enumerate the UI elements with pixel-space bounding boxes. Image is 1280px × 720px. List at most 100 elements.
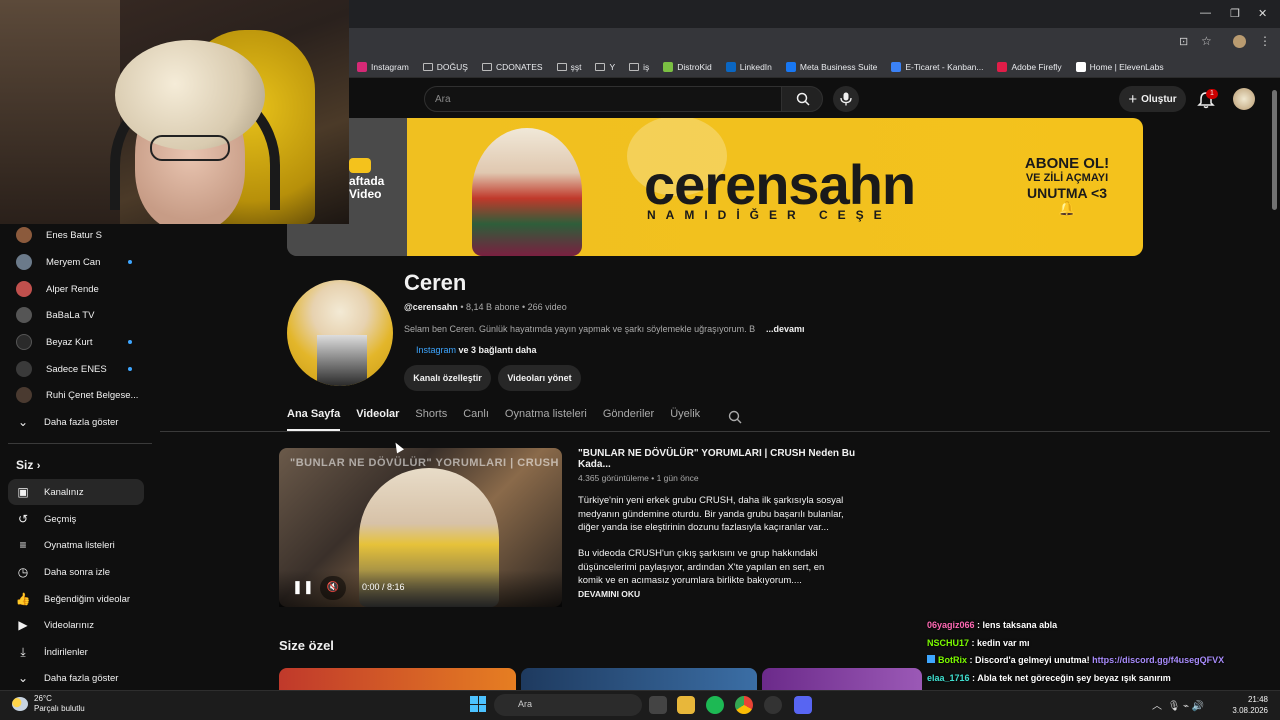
bookmark-label: DistroKid bbox=[677, 61, 712, 72]
taskbar-search[interactable]: Ara bbox=[494, 694, 642, 716]
star-icon[interactable]: ☆ bbox=[1201, 34, 1212, 48]
sidebar-sub-item[interactable]: Alper Rende bbox=[8, 276, 144, 302]
bookmark-item[interactable]: Home | ElevenLabs bbox=[1075, 61, 1164, 72]
date: 3.08.2026 bbox=[1232, 706, 1268, 715]
tab-home[interactable]: Ana Sayfa bbox=[287, 408, 341, 431]
weather-widget[interactable]: 26°C Parçalı bulutlu bbox=[12, 694, 85, 714]
instagram-link[interactable]: Instagram bbox=[416, 345, 456, 355]
app-icon[interactable] bbox=[764, 696, 782, 714]
tabs-divider bbox=[160, 431, 1270, 432]
system-tray[interactable]: ︿ 🎙 ⌁ 🔊 bbox=[1152, 697, 1204, 712]
sidebar-sub-item[interactable]: Ruhi Çenet Belgese... bbox=[8, 382, 144, 408]
banner-subtitle: NAMIDİĞER CEŞE bbox=[647, 208, 892, 222]
clock[interactable]: 21:48 3.08.2026 bbox=[1232, 694, 1268, 716]
chat-link: https://discord.gg/f4usegQFVX bbox=[1092, 655, 1225, 665]
video-title[interactable]: "BUNLAR NE DÖVÜLÜR" YORUMLARI | CRUSH Ne… bbox=[578, 448, 858, 470]
read-more-link[interactable]: DEVAMINI OKU bbox=[578, 589, 640, 599]
minimize-icon[interactable]: — bbox=[1200, 7, 1211, 19]
bookmark-item[interactable]: iş bbox=[629, 62, 649, 72]
tab-live[interactable]: Canlı bbox=[463, 408, 489, 430]
bookmarks-bar: Instagram DOĞUŞ CDONATES şşt Yiş DistroKid Lin… bbox=[349, 56, 1280, 78]
banner-cta-line3: UNUTMA <3 bbox=[1027, 185, 1107, 201]
sidebar-item-liked[interactable]: 👍 Beğendiğim videolar bbox=[8, 586, 144, 612]
spotify-icon[interactable] bbox=[706, 696, 724, 714]
sidebar-item-label: Geçmiş bbox=[44, 513, 77, 525]
maximize-icon[interactable]: ❐ bbox=[1230, 7, 1240, 20]
sidebar-item-playlists[interactable]: ≡ Oynatma listeleri bbox=[8, 532, 144, 558]
channel-search-icon[interactable] bbox=[728, 410, 742, 424]
channel-description[interactable]: Selam ben Ceren. Günlük hayatımda yayın … bbox=[404, 324, 755, 334]
sidebar-item-your-videos[interactable]: ▶ Videolarınız bbox=[8, 612, 144, 638]
video-card-thumb[interactable] bbox=[521, 668, 757, 690]
account-avatar[interactable] bbox=[1233, 88, 1255, 110]
bookmark-item[interactable]: LinkedIn bbox=[725, 61, 772, 72]
sidebar-item-history[interactable]: ↺ Geçmiş bbox=[8, 506, 144, 532]
sidebar-item-your-channel[interactable]: ▣ Kanalınız bbox=[8, 479, 144, 505]
more-links[interactable]: ve 3 bağlantı daha bbox=[456, 345, 537, 355]
bookmark-item[interactable]: DOĞUŞ bbox=[422, 62, 468, 72]
tab-membership[interactable]: Üyelik bbox=[670, 408, 700, 430]
tab-shorts[interactable]: Shorts bbox=[415, 408, 447, 430]
file-explorer-icon[interactable] bbox=[677, 696, 695, 714]
pause-icon[interactable]: ❚❚ bbox=[292, 579, 314, 597]
sidebar-item-label: Kanalınız bbox=[44, 486, 84, 498]
sidebar-sub-item[interactable]: Meryem Can bbox=[8, 249, 144, 275]
chrome-icon[interactable] bbox=[735, 696, 753, 714]
manage-videos-button[interactable]: Videoları yönet bbox=[498, 365, 581, 391]
mute-icon[interactable]: 🔇 bbox=[320, 576, 346, 600]
chat-text: : Abla tek net göreceğin şey beyaz ışık … bbox=[969, 673, 1171, 683]
discord-icon[interactable] bbox=[794, 696, 812, 714]
sidebar-sub-item[interactable]: Sadece ENES bbox=[8, 356, 144, 382]
bookmark-item[interactable]: DistroKid bbox=[663, 61, 712, 72]
install-icon[interactable]: ⊡ bbox=[1179, 35, 1188, 48]
bookmark-favicon-icon bbox=[725, 61, 736, 72]
description-more-link[interactable]: ...devamı bbox=[766, 324, 805, 334]
you-section-header[interactable]: Siz › bbox=[16, 458, 40, 472]
menu-icon[interactable]: ⋮ bbox=[1259, 34, 1271, 48]
bookmark-item[interactable]: Adobe Firefly bbox=[997, 61, 1062, 72]
channel-avatar[interactable] bbox=[287, 280, 393, 386]
avatar bbox=[16, 254, 32, 270]
search-label: Ara bbox=[518, 699, 533, 709]
bookmark-item[interactable]: Instagram bbox=[357, 61, 409, 72]
sidebar-item-label: Alper Rende bbox=[46, 283, 99, 295]
task-view-icon[interactable] bbox=[649, 696, 667, 714]
bookmark-item[interactable]: Y bbox=[595, 62, 615, 72]
show-more-subs-button[interactable]: ⌄ Daha fazla göster bbox=[8, 409, 144, 435]
page-scrollbar[interactable] bbox=[1271, 80, 1278, 690]
channel-links[interactable]: Instagram ve 3 bağlantı daha bbox=[416, 345, 537, 355]
bookmark-item[interactable]: şşt bbox=[556, 62, 581, 72]
video-card-thumb[interactable] bbox=[279, 668, 516, 690]
tab-videos[interactable]: Videolar bbox=[356, 408, 399, 430]
bookmark-item[interactable]: Meta Business Suite bbox=[785, 61, 878, 72]
tab-posts[interactable]: Gönderiler bbox=[603, 408, 654, 430]
sidebar-sub-item[interactable]: BaBaLa TV bbox=[8, 302, 144, 328]
video-description-2: Bu videoda CRUSH'un çıkış şarkısını ve g… bbox=[578, 548, 825, 586]
chevron-up-icon: ︿ bbox=[1152, 701, 1162, 712]
weather-desc: Parçalı bulutlu bbox=[34, 704, 85, 713]
start-icon[interactable] bbox=[470, 696, 486, 712]
sidebar-item-label: Daha fazla göster bbox=[44, 416, 119, 428]
sidebar-sub-item[interactable]: Beyaz Kurt bbox=[8, 329, 144, 355]
sidebar-sub-item[interactable]: Enes Batur S bbox=[8, 222, 144, 248]
sidebar-item-downloads[interactable]: ⤓ İndirilenler bbox=[8, 639, 144, 665]
close-icon[interactable]: ✕ bbox=[1258, 7, 1267, 20]
customize-channel-button[interactable]: Kanalı özelleştir bbox=[404, 365, 491, 391]
bookmark-favicon-icon bbox=[891, 61, 902, 72]
bookmark-item[interactable]: CDONATES bbox=[481, 61, 543, 72]
bookmark-label: Meta Business Suite bbox=[799, 61, 878, 72]
folder-icon bbox=[422, 62, 433, 71]
banner-cta: ABONE OL! VE ZİLİ AÇMAYI UNUTMA <3 🔔 bbox=[1022, 156, 1112, 216]
profile-icon[interactable] bbox=[1233, 35, 1246, 48]
video-card-thumb[interactable] bbox=[762, 668, 922, 690]
search-input[interactable]: Ara bbox=[424, 86, 782, 112]
bookmark-item[interactable]: E-Ticaret - Kanban... bbox=[891, 61, 983, 72]
bookmark-label: CDONATES bbox=[495, 61, 543, 72]
create-button[interactable]: + Oluştur bbox=[1119, 86, 1186, 112]
voice-search-button[interactable] bbox=[833, 86, 859, 112]
sidebar-item-watch-later[interactable]: ◷ Daha sonra izle bbox=[8, 559, 144, 585]
sidebar-show-more[interactable]: ⌄ Daha fazla göster bbox=[8, 665, 144, 691]
search-button[interactable] bbox=[781, 86, 823, 112]
tab-playlists[interactable]: Oynatma listeleri bbox=[505, 408, 587, 430]
playlist-icon: ≡ bbox=[19, 538, 27, 552]
